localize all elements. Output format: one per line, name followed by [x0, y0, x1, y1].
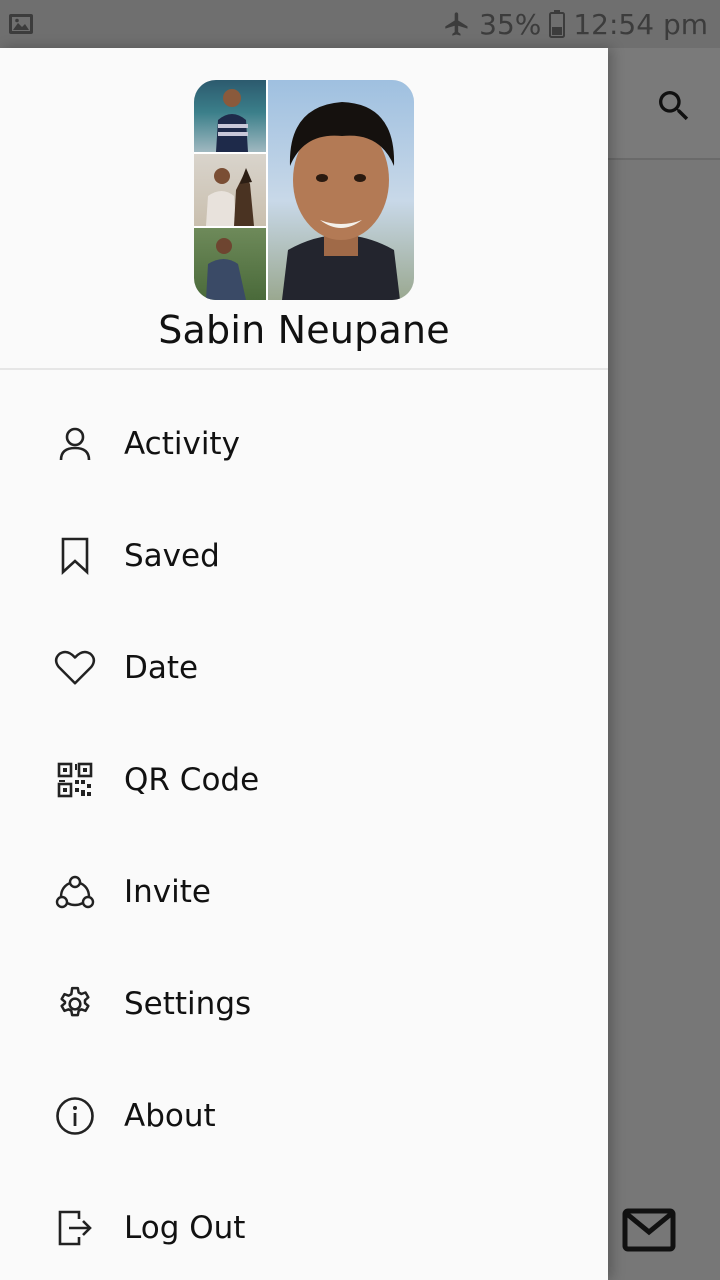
status-bar: 35% 12:54 pm: [0, 0, 720, 48]
menu-item-label: Saved: [124, 538, 220, 574]
qr-code-icon: [54, 759, 96, 801]
gallery-notification-icon: [8, 13, 34, 35]
logout-icon: [54, 1207, 96, 1249]
drawer-header: Sabin Neupane: [0, 48, 608, 370]
menu-item-label: Settings: [124, 986, 252, 1022]
airplane-mode-icon: [443, 10, 471, 38]
menu-item-date[interactable]: Date: [0, 612, 608, 724]
avatar-thumbnail: [194, 154, 266, 228]
profile-photo-collage[interactable]: [194, 80, 414, 300]
screen: 35% 12:54 pm Sabin Neupane Activity Save…: [0, 0, 720, 1280]
menu-item-label: Activity: [124, 426, 240, 462]
info-icon: [54, 1095, 96, 1137]
menu-item-invite[interactable]: Invite: [0, 836, 608, 948]
menu-item-saved[interactable]: Saved: [0, 500, 608, 612]
menu-item-log-out[interactable]: Log Out: [0, 1172, 608, 1280]
battery-icon: [549, 10, 566, 38]
navigation-drawer: Sabin Neupane Activity Saved Date QR Cod…: [0, 48, 608, 1280]
person-icon: [54, 423, 96, 465]
menu-item-activity[interactable]: Activity: [0, 388, 608, 500]
search-icon[interactable]: [654, 86, 694, 126]
mail-icon[interactable]: [622, 1208, 676, 1252]
drawer-menu: Activity Saved Date QR Code Invite Setti…: [0, 388, 608, 1280]
user-name: Sabin Neupane: [158, 308, 450, 352]
menu-item-label: Log Out: [124, 1210, 246, 1246]
gear-icon: [54, 983, 96, 1025]
bookmark-icon: [54, 535, 96, 577]
menu-item-label: Date: [124, 650, 199, 686]
avatar-main-photo: [266, 80, 414, 300]
status-time: 12:54 pm: [573, 7, 708, 41]
menu-item-settings[interactable]: Settings: [0, 948, 608, 1060]
menu-item-label: About: [124, 1098, 216, 1134]
avatar-thumbnails: [194, 80, 266, 300]
share-network-icon: [54, 871, 96, 913]
heart-icon: [54, 647, 96, 689]
avatar-thumbnail: [194, 228, 266, 300]
menu-item-label: QR Code: [124, 762, 260, 798]
menu-item-qr-code[interactable]: QR Code: [0, 724, 608, 836]
menu-item-label: Invite: [124, 874, 211, 910]
battery-percent: 35%: [479, 7, 542, 41]
avatar-thumbnail: [194, 80, 266, 154]
menu-item-about[interactable]: About: [0, 1060, 608, 1172]
